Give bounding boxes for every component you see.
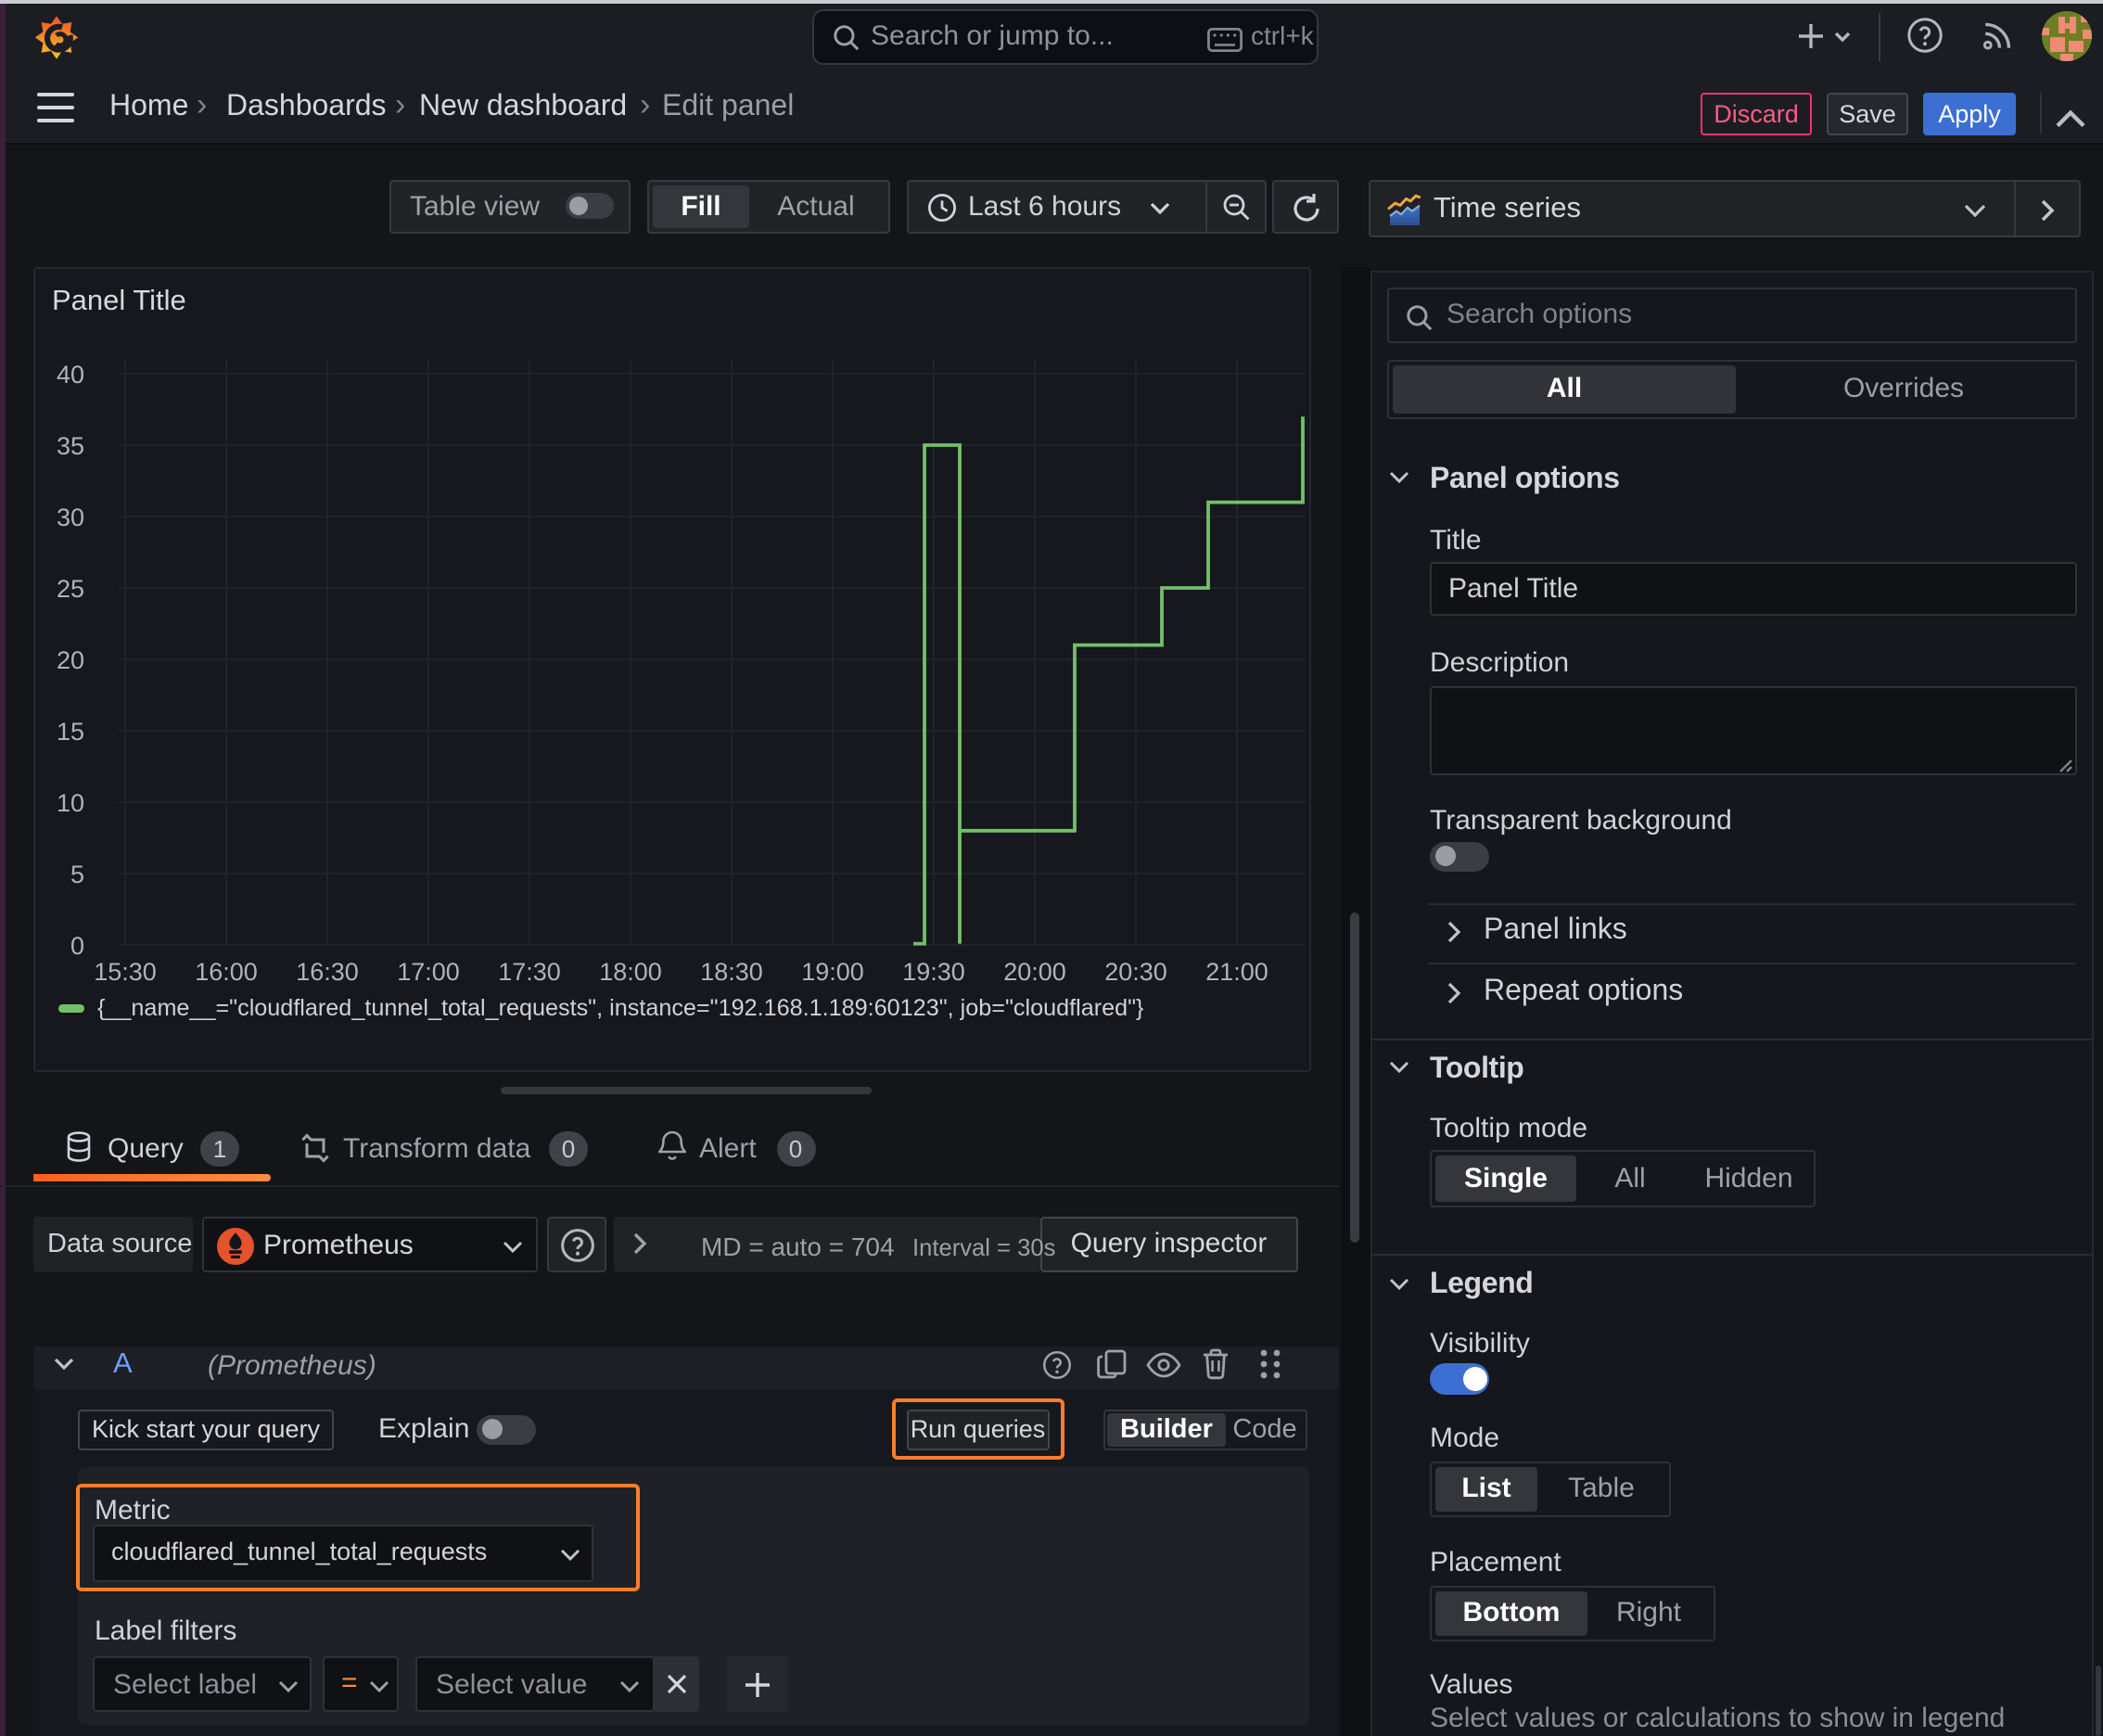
svg-text:5: 5: [70, 860, 83, 887]
svg-text:15: 15: [56, 717, 83, 745]
svg-text:20:30: 20:30: [1103, 957, 1166, 985]
svg-text:0: 0: [70, 931, 83, 959]
svg-text:{__name__="cloudflared_tunnel_: {__name__="cloudflared_tunnel_total_requ…: [96, 994, 1142, 1020]
svg-text:18:00: 18:00: [598, 957, 661, 985]
svg-text:19:30: 19:30: [901, 957, 964, 985]
svg-text:17:30: 17:30: [497, 957, 560, 985]
svg-text:30: 30: [56, 503, 83, 530]
svg-text:20: 20: [56, 645, 83, 673]
svg-text:19:00: 19:00: [800, 957, 863, 985]
svg-text:17:00: 17:00: [396, 957, 459, 985]
svg-text:25: 25: [56, 574, 83, 602]
svg-text:16:00: 16:00: [194, 957, 257, 985]
svg-text:40: 40: [56, 360, 83, 388]
svg-text:21:00: 21:00: [1204, 957, 1268, 985]
svg-text:15:30: 15:30: [93, 957, 156, 985]
svg-text:18:30: 18:30: [699, 957, 762, 985]
svg-text:35: 35: [56, 431, 83, 459]
svg-text:16:30: 16:30: [295, 957, 358, 985]
svg-text:20:00: 20:00: [1002, 957, 1065, 985]
svg-text:10: 10: [56, 788, 83, 816]
